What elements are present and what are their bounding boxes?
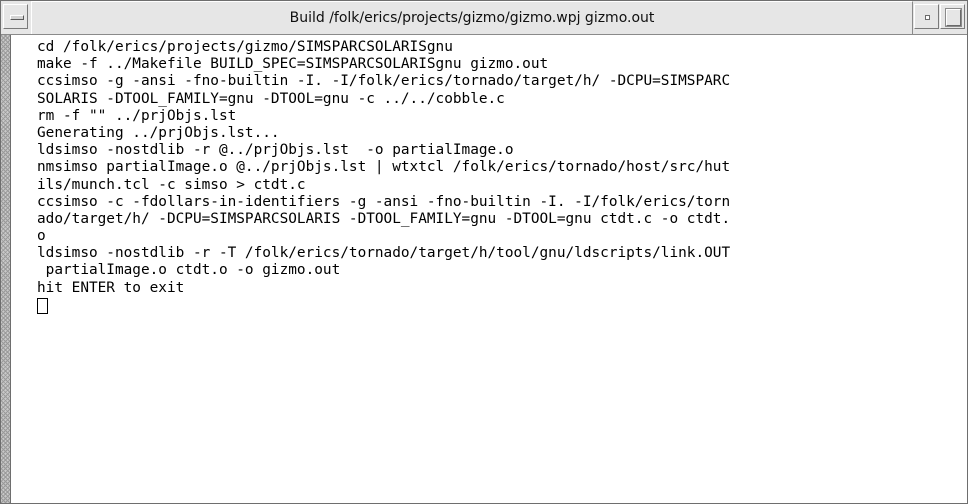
text-cursor-icon xyxy=(37,297,48,314)
output-line: make -f ../Makefile BUILD_SPEC=SIMSPARCS… xyxy=(37,56,549,73)
output-line: ccsimso -g -ansi -fno-builtin -I. -I/fol… xyxy=(37,73,731,90)
maximize-icon xyxy=(945,8,962,27)
title-bar[interactable]: Build /folk/erics/projects/gizmo/gizmo.w… xyxy=(1,1,967,35)
minimize-button[interactable] xyxy=(914,4,939,29)
window-menu-icon xyxy=(10,15,24,20)
prompt-line: hit ENTER to exit xyxy=(37,279,185,296)
output-line: nmsimso partialImage.o @../prjObjs.lst |… xyxy=(37,159,731,176)
output-line: ado/target/h/ -DCPU=SIMSPARCSOLARIS -DTO… xyxy=(37,210,731,227)
output-line: SOLARIS -DTOOL_FAMILY=gnu -DTOOL=gnu -c … xyxy=(37,90,505,107)
output-line: ldsimso -nostdlib -r @../prjObjs.lst -o … xyxy=(37,142,514,159)
output-line: cd /folk/erics/projects/gizmo/SIMSPARCSO… xyxy=(37,39,453,55)
output-line: ccsimso -c -fdollars-in-identifiers -g -… xyxy=(37,193,731,210)
output-line: ldsimso -nostdlib -r -T /folk/erics/torn… xyxy=(37,245,731,262)
terminal-output[interactable]: cd /folk/erics/projects/gizmo/SIMSPARCSO… xyxy=(11,35,967,503)
build-output-window: Build /folk/erics/projects/gizmo/gizmo.w… xyxy=(0,0,968,504)
output-line: ils/munch.tcl -c simso > ctdt.c xyxy=(37,176,306,193)
window-menu-button[interactable] xyxy=(3,4,28,29)
minimize-icon xyxy=(925,15,930,20)
window-resize-border[interactable] xyxy=(1,35,11,503)
output-line: rm -f "" ../prjObjs.lst xyxy=(37,107,237,124)
output-line: partialImage.o ctdt.o -o gizmo.out xyxy=(37,262,341,279)
maximize-button[interactable] xyxy=(940,4,965,29)
output-line: Generating ../prjObjs.lst... xyxy=(37,124,280,141)
output-line: o xyxy=(37,228,46,245)
window-title: Build /folk/erics/projects/gizmo/gizmo.w… xyxy=(31,1,913,34)
